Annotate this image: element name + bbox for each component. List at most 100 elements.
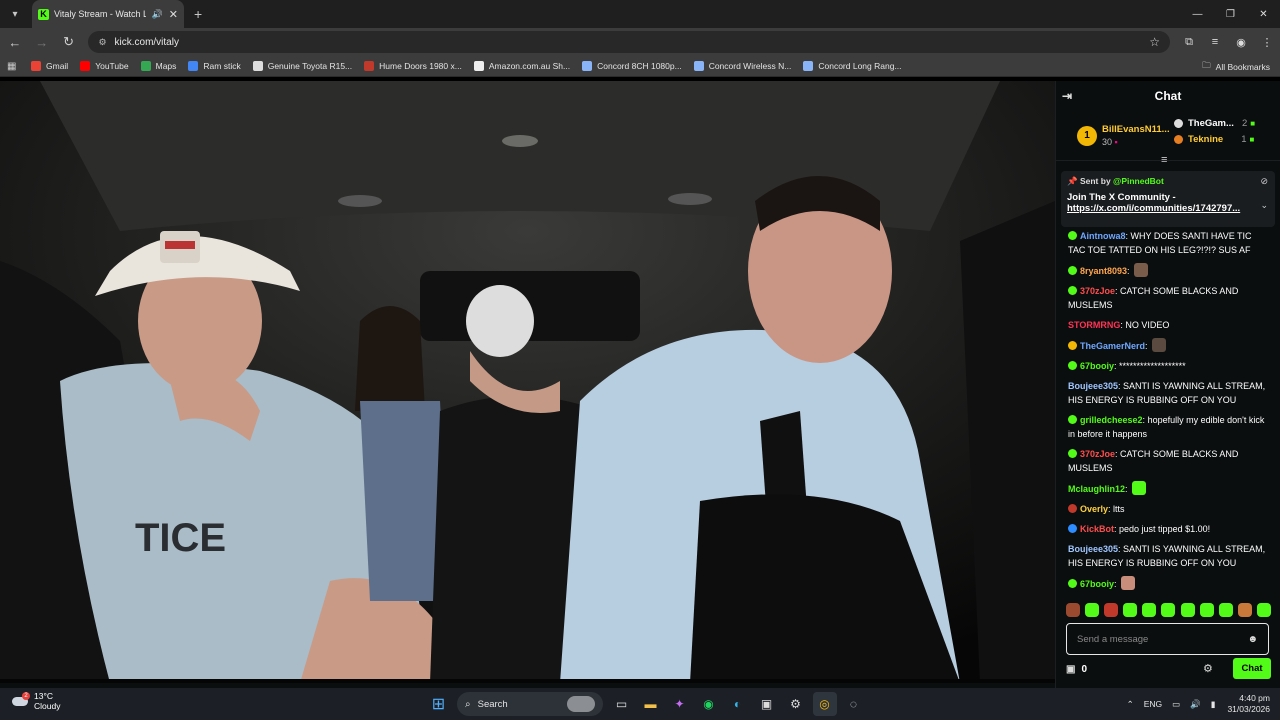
chat-username[interactable]: Mclaughlin12 (1068, 484, 1125, 494)
channel-points[interactable]: ▣ 0 (1066, 664, 1087, 675)
leaderboard-entry[interactable]: Teknine 1 ■ (1174, 134, 1255, 145)
chat-username[interactable]: 8ryant8093 (1080, 266, 1127, 276)
chevron-up-icon[interactable]: ⌃ (1127, 699, 1134, 710)
emote-icon[interactable] (1121, 576, 1136, 590)
all-bookmarks-button[interactable]: 🗀 All Bookmarks (1202, 56, 1270, 77)
chat-username[interactable]: 370zJoe (1080, 286, 1115, 296)
store-icon[interactable]: ▣ (755, 692, 779, 716)
menu-icon[interactable]: ⋮ (1254, 36, 1280, 49)
bookmark-star-icon[interactable]: ☆ (1149, 35, 1160, 49)
settings-gear-icon[interactable]: ⚙ (784, 692, 808, 716)
app-icon[interactable]: ◌ (842, 692, 866, 716)
chat-username[interactable]: Boujeee305 (1068, 381, 1118, 391)
leaderboard-first[interactable]: 1 BillEvansN11... 30 ▪ (1064, 124, 1170, 147)
reload-button[interactable]: ↻ (57, 30, 81, 54)
chat-username[interactable]: 67booiy (1080, 579, 1114, 589)
bookmark-item[interactable]: Concord 8CH 1080p... (582, 61, 682, 71)
hide-pinned-icon[interactable]: ⊘ (1260, 176, 1268, 187)
quick-emote-icon[interactable] (1085, 603, 1100, 617)
clock[interactable]: 4:40 pm 31/03/2026 (1227, 693, 1270, 715)
quick-emote-icon[interactable] (1161, 603, 1176, 617)
send-chat-button[interactable]: Chat (1233, 658, 1271, 679)
file-explorer-icon[interactable]: ▬ (639, 692, 663, 716)
minimize-button[interactable]: — (1181, 0, 1214, 28)
address-bar[interactable]: ⚙ kick.com/vitaly ☆ (88, 31, 1170, 53)
weather-widget[interactable]: 2 13°C Cloudy (12, 691, 60, 711)
emote-icon[interactable] (1152, 338, 1167, 352)
chevron-down-icon[interactable]: ⌄ (1260, 200, 1268, 211)
chat-username[interactable]: Overly (1080, 504, 1108, 514)
language-indicator[interactable]: ENG (1144, 699, 1162, 709)
chat-username[interactable]: 67booiy (1080, 361, 1114, 371)
leaderboard-entry[interactable]: TheGam... 2 ■ (1174, 118, 1255, 129)
chat-settings-gear-icon[interactable]: ⚙ (1203, 662, 1213, 675)
taskbar-search[interactable]: ⌕ Search (457, 692, 603, 716)
quick-emote-icon[interactable] (1237, 603, 1252, 617)
chat-username[interactable]: grilledcheese2 (1080, 415, 1143, 425)
chat-username[interactable]: TheGamerNerd (1080, 341, 1145, 351)
tab-kick[interactable]: K Vitaly Stream - Watch Live ... 🔊 ✕ (32, 0, 184, 28)
network-icon[interactable]: ▭ (1172, 699, 1180, 710)
quick-emote-icon[interactable] (1104, 603, 1119, 617)
user-badge-icon (1068, 341, 1077, 350)
user-badge-icon (1068, 524, 1077, 533)
quick-emote-icon[interactable] (1199, 603, 1214, 617)
bookmark-item[interactable]: Genuine Toyota R15... (252, 61, 352, 71)
bookmark-item[interactable]: Concord Long Rang... (803, 61, 902, 71)
bookmark-item[interactable]: Maps (140, 61, 176, 71)
edge-icon[interactable]: ◐ (726, 692, 750, 716)
emote-icon[interactable] (1132, 481, 1147, 495)
windows-start-icon[interactable]: ⊞ (427, 692, 451, 716)
spotify-icon[interactable]: ◉ (697, 692, 721, 716)
leaderboard: 1 BillEvansN11... 30 ▪ TheGam... 2 ■ Tek… (1056, 111, 1280, 166)
chrome-icon[interactable]: ◎ (812, 692, 837, 716)
chat-username[interactable]: KickBot (1080, 524, 1114, 534)
chat-message-input[interactable] (1077, 633, 1248, 645)
media-controls-icon[interactable]: ≡ (1202, 36, 1228, 49)
tab-close-icon[interactable]: ✕ (169, 8, 178, 21)
restore-button[interactable]: ❐ (1214, 0, 1247, 28)
bookmark-item[interactable]: Ram stick (188, 61, 241, 71)
chat-username[interactable]: Boujeee305 (1068, 544, 1118, 554)
chat-username[interactable]: 370zJoe (1080, 449, 1115, 459)
chat-username[interactable]: STORMRNG (1068, 320, 1120, 330)
tab-search-button[interactable]: ▾ (4, 3, 26, 25)
profile-avatar[interactable]: ◉ (1228, 36, 1254, 49)
bookmark-label: Ram stick (203, 61, 241, 71)
emote-icon[interactable] (1134, 263, 1149, 277)
copilot-icon[interactable]: ✦ (668, 692, 692, 716)
close-window-button[interactable]: ✕ (1247, 0, 1280, 28)
bookmark-item[interactable]: Amazon.com.au Sh... (473, 61, 570, 71)
quick-emote-icon[interactable] (1218, 603, 1233, 617)
chat-input-box[interactable]: ☻ (1066, 623, 1269, 655)
pinned-link[interactable]: https://x.com/i/communities/1742797... (1067, 203, 1269, 214)
quick-emote-icon[interactable] (1066, 603, 1080, 617)
message-separator: : (1127, 266, 1133, 276)
audio-playing-icon[interactable]: 🔊 (152, 9, 163, 20)
new-tab-button[interactable]: + (194, 6, 202, 22)
bookmark-item[interactable]: YouTube (80, 61, 129, 71)
pinned-bot-name[interactable]: @PinnedBot (1113, 176, 1164, 186)
extensions-icon[interactable]: ⧉ (1176, 36, 1202, 49)
leader-count: 30 (1102, 137, 1113, 147)
bookmark-item[interactable]: Gmail (31, 61, 68, 71)
quick-emote-icon[interactable] (1123, 603, 1138, 617)
quick-emote-icon[interactable] (1180, 603, 1195, 617)
video-player[interactable]: TICE (0, 81, 1055, 683)
bookmark-label: Gmail (46, 61, 69, 71)
chat-username[interactable]: Aintnowa8 (1080, 231, 1126, 241)
bookmark-item[interactable]: Concord Wireless N... (693, 61, 791, 71)
emoji-picker-icon[interactable]: ☻ (1247, 634, 1258, 645)
bookmark-item[interactable]: Hume Doors 1980 x... (364, 61, 462, 71)
leaderboard-toggle-icon[interactable]: ≡ (1161, 154, 1167, 166)
back-button[interactable]: ← (3, 30, 27, 54)
volume-icon[interactable]: 🔊 (1190, 699, 1201, 710)
site-info-icon[interactable]: ⚙ (98, 37, 106, 48)
quick-emote-icon[interactable] (1256, 603, 1271, 617)
battery-icon[interactable]: ▮ (1211, 699, 1216, 710)
apps-grid-icon[interactable]: ▦ (7, 61, 21, 72)
collapse-chat-icon[interactable]: ⇥ (1062, 89, 1072, 103)
forward-button[interactable]: → (30, 30, 54, 54)
quick-emote-icon[interactable] (1142, 603, 1157, 617)
task-view-icon[interactable]: ▭ (610, 692, 634, 716)
